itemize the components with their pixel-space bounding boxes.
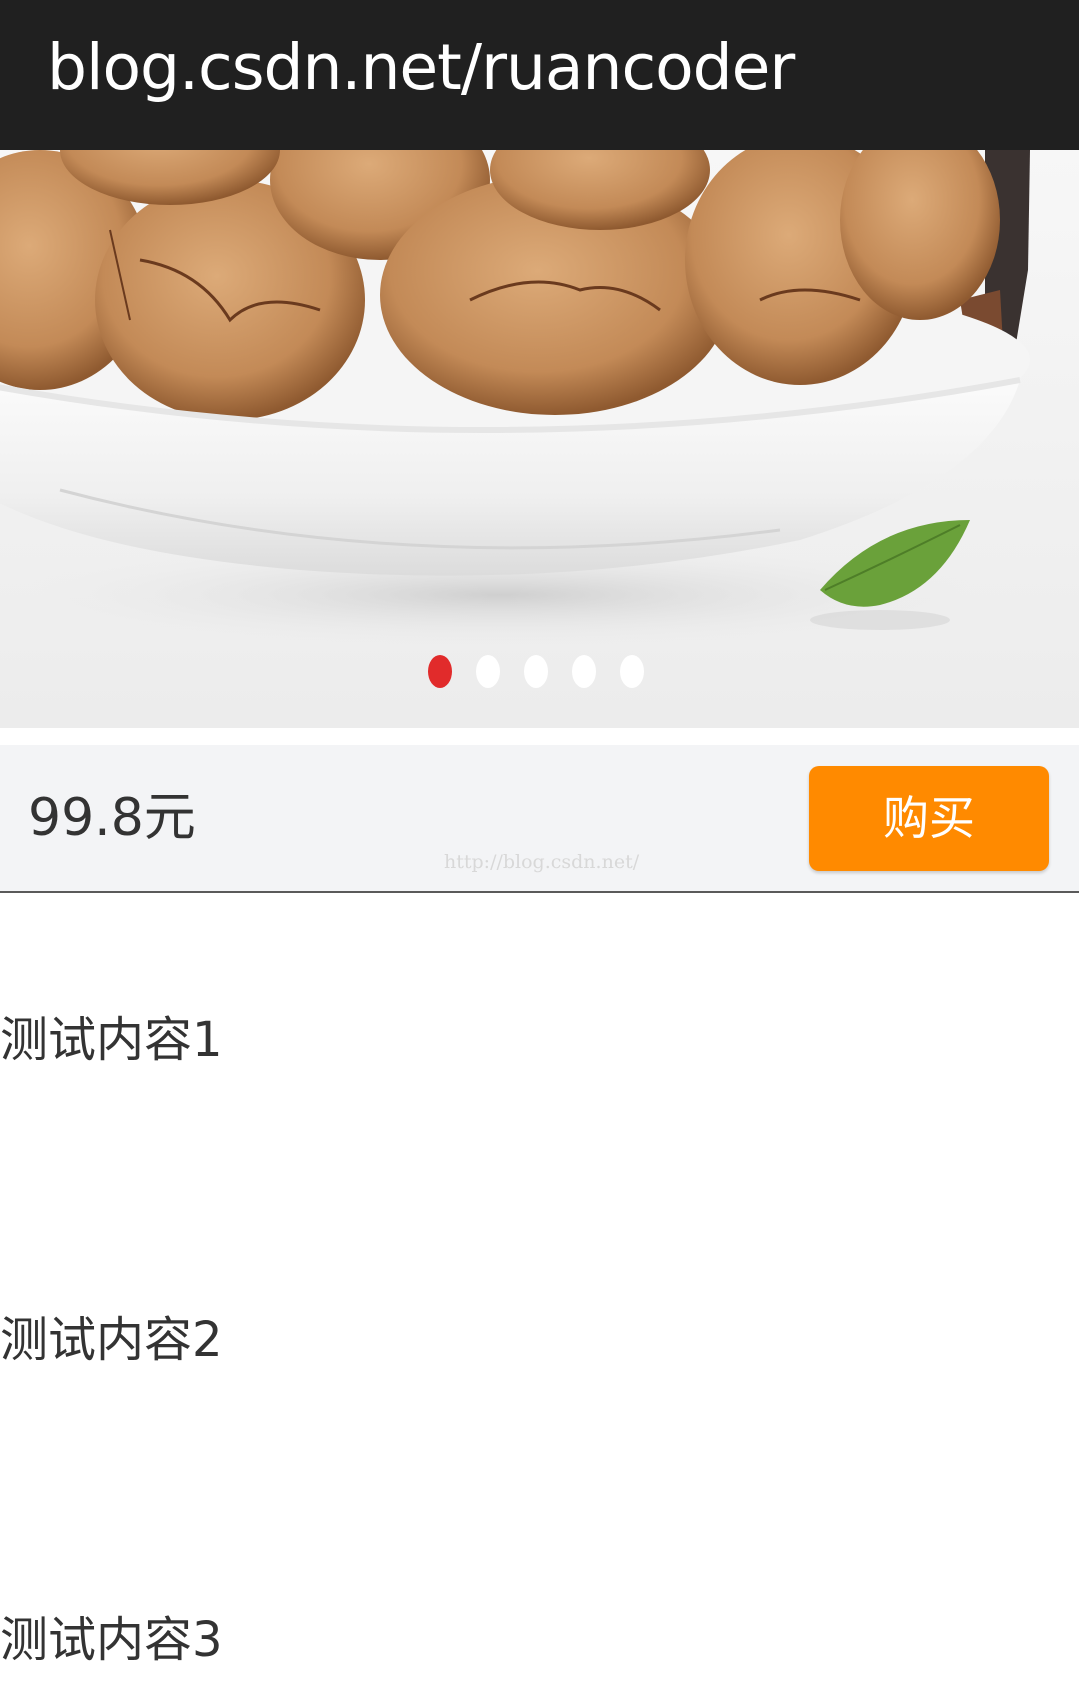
watermark-text: http://blog.csdn.net/ (444, 851, 640, 873)
price-bar: 99.8元 http://blog.csdn.net/ 购买 (0, 745, 1079, 893)
title-bar: blog.csdn.net/ruancoder (0, 0, 1079, 150)
list-item: 测试内容3 (0, 1612, 223, 1668)
list-item: 测试内容2 (0, 1312, 223, 1368)
page-title: blog.csdn.net/ruancoder (47, 31, 795, 104)
app-screen: blog.csdn.net/ruancoder 99.8元 http://blo… (0, 0, 1079, 1705)
banner-image (0, 150, 1079, 728)
price-label: 99.8元 (28, 788, 196, 848)
buy-button[interactable]: 购买 (809, 766, 1049, 871)
carousel-dot-4[interactable] (572, 655, 596, 688)
carousel-dot-2[interactable] (476, 655, 500, 688)
carousel-indicator (0, 655, 1079, 691)
carousel-dot-3[interactable] (524, 655, 548, 688)
carousel-dot-5[interactable] (620, 655, 644, 688)
section-gap (0, 728, 1079, 745)
carousel-dot-1[interactable] (428, 655, 452, 688)
content-list: 测试内容1 测试内容2 测试内容3 (0, 893, 1079, 1705)
list-item: 测试内容1 (0, 1012, 223, 1068)
banner-carousel[interactable] (0, 150, 1079, 728)
